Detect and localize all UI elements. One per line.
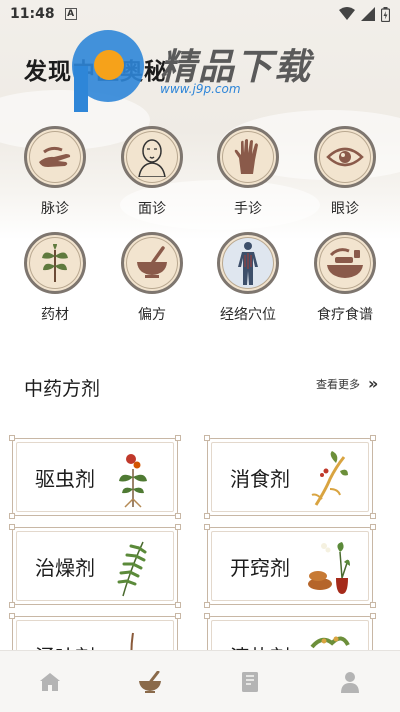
food-therapy-icon — [314, 232, 376, 294]
formula-section-title: 中药方剂 — [24, 378, 101, 400]
meridian-body-icon — [217, 232, 279, 294]
category-label: 食疗食谱 — [317, 307, 373, 323]
formula-card-digestive[interactable]: 消食剂 — [204, 435, 376, 519]
see-more-label: 查看更多 — [316, 377, 360, 391]
category-pulse-diagnosis[interactable]: 脉诊 — [15, 126, 95, 218]
bottom-nav — [0, 650, 400, 712]
formula-card-resuscitation[interactable]: 开窍剂 — [204, 524, 376, 608]
status-bar: 11:48 A — [0, 0, 400, 28]
category-label: 面诊 — [138, 201, 166, 217]
category-label: 药材 — [41, 307, 69, 323]
chevron-right-icon: » — [368, 374, 379, 393]
category-label: 偏方 — [138, 307, 166, 323]
herb-illustration-icon — [311, 451, 348, 506]
mortar-icon — [139, 670, 161, 693]
category-face-diagnosis[interactable]: 面诊 — [112, 126, 192, 218]
see-more-link[interactable]: 查看更多 » — [316, 374, 378, 393]
category-label: 经络穴位 — [220, 307, 276, 323]
pulse-diagnosis-icon — [24, 126, 86, 188]
nav-profile[interactable] — [320, 662, 380, 702]
formula-card-label: 治燥剂 — [35, 556, 95, 580]
category-meridians[interactable]: 经络穴位 — [208, 232, 288, 324]
category-folk-remedies[interactable]: 偏方 — [112, 232, 192, 324]
formula-card-anthelmintic[interactable]: 驱虫剂 — [9, 435, 181, 519]
watermark-dot — [94, 50, 124, 80]
battery-icon — [381, 6, 390, 22]
formula-card-dryness[interactable]: 治燥剂 — [9, 524, 181, 608]
category-label: 脉诊 — [41, 201, 69, 217]
formula-card-label: 驱虫剂 — [35, 467, 95, 491]
category-eye-diagnosis[interactable]: 眼诊 — [305, 126, 385, 218]
nav-mortar[interactable] — [120, 662, 180, 702]
signal-icon — [361, 7, 375, 21]
herb-illustration-icon — [308, 542, 350, 594]
notification-icon: A — [64, 8, 77, 20]
home-icon — [40, 672, 60, 691]
formula-card-label: 开窍剂 — [230, 556, 290, 580]
category-herbs[interactable]: 药材 — [15, 232, 95, 324]
category-label: 眼诊 — [331, 201, 359, 217]
herb-leaf-icon — [24, 232, 86, 294]
watermark-logo: 精品下载 www.j9p.com — [64, 26, 324, 118]
face-diagnosis-icon — [121, 126, 183, 188]
formula-card-label: 消食剂 — [230, 467, 290, 491]
mortar-bowl-icon — [121, 232, 183, 294]
user-icon — [341, 671, 359, 693]
watermark-url: www.j9p.com — [160, 82, 241, 96]
category-hand-diagnosis[interactable]: 手诊 — [208, 126, 288, 218]
wifi-icon — [339, 7, 355, 20]
category-food-therapy[interactable]: 食疗食谱 — [305, 232, 385, 324]
eye-diagnosis-icon — [314, 126, 376, 188]
status-icons — [339, 6, 390, 22]
nav-book[interactable] — [220, 662, 280, 702]
category-label: 手诊 — [234, 201, 262, 217]
book-icon — [242, 671, 258, 692]
herb-illustration-icon — [119, 454, 147, 508]
herb-illustration-icon — [117, 541, 147, 597]
status-time: 11:48 — [10, 6, 55, 22]
nav-home[interactable] — [20, 662, 80, 702]
hand-diagnosis-icon — [217, 126, 279, 188]
